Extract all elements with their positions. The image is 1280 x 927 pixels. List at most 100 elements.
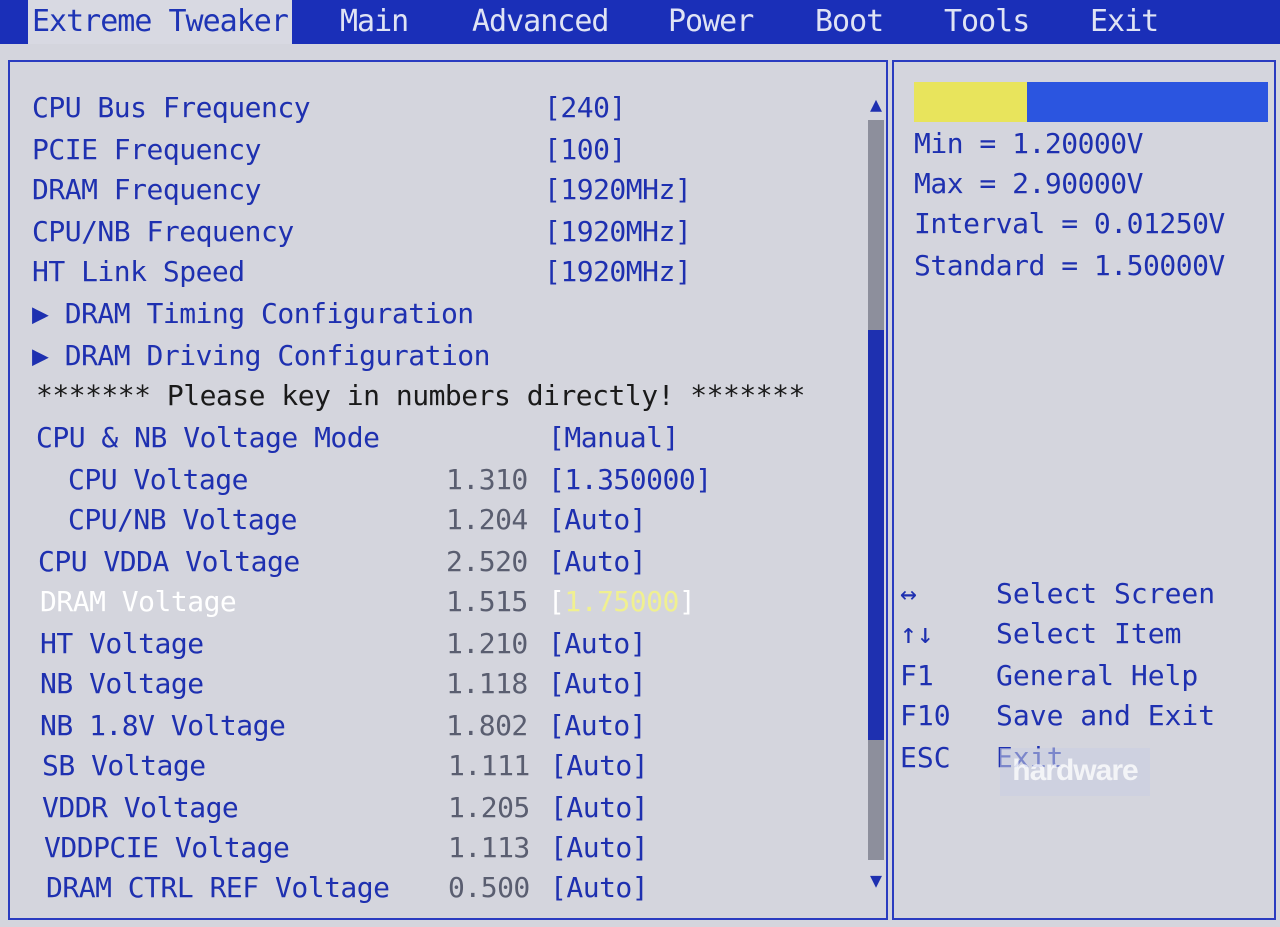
submenu-entry: ▶ DRAM Driving Configuration <box>32 336 491 376</box>
banner-text: ******* Please key in numbers directly! … <box>36 379 805 412</box>
setting-row[interactable]: CPU Bus Frequency [240] <box>32 88 852 128</box>
submenu-dram-timing[interactable]: ▶ DRAM Timing Configuration <box>32 294 852 334</box>
tab-exit[interactable]: Exit <box>1090 0 1159 44</box>
setting-label: NB Voltage <box>40 667 204 700</box>
tab-tools[interactable]: Tools <box>944 0 1030 44</box>
setting-row[interactable]: CPU/NB Voltage 1.204 [Auto] <box>36 500 856 540</box>
voltage-reading: 1.515 <box>446 585 528 618</box>
setting-row-selected[interactable]: DRAM Voltage 1.515 [1.75000] <box>40 582 860 622</box>
setting-value[interactable]: [Auto] <box>548 624 647 664</box>
setting-label: CPU VDDA Voltage <box>38 545 300 578</box>
setting-value[interactable]: [100] <box>544 130 626 170</box>
key-desc: Save and Exit <box>996 699 1216 732</box>
scroll-up-icon[interactable]: ▲ <box>862 92 890 116</box>
setting-row[interactable]: DRAM CTRL REF Voltage 0.500 [Auto] <box>46 868 866 908</box>
setting-label: HT Voltage <box>40 627 204 660</box>
setting-label: DRAM Frequency <box>32 173 262 206</box>
setting-label: CPU Voltage <box>68 463 248 496</box>
setting-label: VDDPCIE Voltage <box>44 831 290 864</box>
tab-extreme-tweaker[interactable]: Extreme Tweaker <box>28 0 292 44</box>
key-esc: ESC <box>900 741 951 774</box>
voltage-reading: 1.210 <box>446 627 528 660</box>
setting-label: NB 1.8V Voltage <box>40 709 286 742</box>
key-desc: Select Item <box>996 617 1182 650</box>
scrollbar-thumb[interactable] <box>868 330 884 740</box>
submenu-dram-driving[interactable]: ▶ DRAM Driving Configuration <box>32 336 852 376</box>
setting-row[interactable]: SB Voltage 1.111 [Auto] <box>42 746 862 786</box>
setting-value[interactable]: [Auto] <box>548 542 647 582</box>
setting-label: PCIE Frequency <box>32 133 262 166</box>
setting-value-editing[interactable]: [1.75000] <box>548 582 696 622</box>
voltage-reading: 2.520 <box>446 545 528 578</box>
setting-label: CPU Bus Frequency <box>32 91 311 124</box>
help-standard: Standard = 1.50000V <box>914 249 1225 282</box>
tab-boot[interactable]: Boot <box>815 0 884 44</box>
key-f10: F10 <box>900 699 951 732</box>
key-f1: F1 <box>900 659 934 692</box>
key-desc: Select Screen <box>996 577 1216 610</box>
voltage-reading: 1.310 <box>446 463 528 496</box>
left-right-arrow-icon: ↔ <box>900 577 917 610</box>
setting-value[interactable]: [1920MHz] <box>544 252 692 292</box>
setting-row[interactable]: NB 1.8V Voltage 1.802 [Auto] <box>40 706 860 746</box>
setting-value[interactable]: [Auto] <box>550 788 649 828</box>
voltage-reading: 0.500 <box>448 871 530 904</box>
setting-value[interactable]: [Auto] <box>550 828 649 868</box>
setting-row[interactable]: CPU & NB Voltage Mode [Manual] <box>36 418 856 458</box>
setting-value[interactable]: [Auto] <box>548 706 647 746</box>
submenu-label: DRAM Driving Configuration <box>64 339 491 372</box>
voltage-level-bar <box>914 82 1268 122</box>
help-min: Min = 1.20000V <box>914 127 1144 160</box>
voltage-level-fill <box>914 82 1028 122</box>
setting-label: VDDR Voltage <box>42 791 239 824</box>
voltage-reading: 1.118 <box>446 667 528 700</box>
tab-advanced[interactable]: Advanced <box>472 0 609 44</box>
setting-value[interactable]: [1920MHz] <box>544 170 692 210</box>
voltage-reading: 1.205 <box>448 791 530 824</box>
setting-label: HT Link Speed <box>32 255 245 288</box>
setting-value[interactable]: [Auto] <box>548 664 647 704</box>
submenu-arrow-icon: ▶ <box>32 339 49 372</box>
setting-label: CPU & NB Voltage Mode <box>36 421 380 454</box>
setting-value[interactable]: [Manual] <box>548 418 679 458</box>
tab-power[interactable]: Power <box>668 0 754 44</box>
instruction-banner: ******* Please key in numbers directly! … <box>36 376 856 416</box>
watermark-logo: hardware <box>1000 748 1150 796</box>
scroll-down-icon[interactable]: ▼ <box>862 868 890 892</box>
setting-row[interactable]: DRAM Frequency [1920MHz] <box>32 170 852 210</box>
setting-value[interactable]: [240] <box>544 88 626 128</box>
key-desc: General Help <box>996 659 1199 692</box>
submenu-arrow-icon: ▶ <box>32 297 49 330</box>
setting-row[interactable]: PCIE Frequency [100] <box>32 130 852 170</box>
setting-row[interactable]: CPU VDDA Voltage 2.520 [Auto] <box>38 542 858 582</box>
setting-row[interactable]: NB Voltage 1.118 [Auto] <box>40 664 860 704</box>
setting-label: DRAM Voltage <box>40 585 237 618</box>
voltage-reading: 1.204 <box>446 503 528 536</box>
editing-number[interactable]: 1.75000 <box>564 585 679 618</box>
up-down-arrow-icon: ↑↓ <box>900 617 934 650</box>
setting-label: SB Voltage <box>42 749 206 782</box>
setting-value[interactable]: [1.350000] <box>548 460 712 500</box>
help-max: Max = 2.90000V <box>914 167 1144 200</box>
help-interval: Interval = 0.01250V <box>914 207 1225 240</box>
setting-value[interactable]: [Auto] <box>550 746 649 786</box>
setting-label: CPU/NB Frequency <box>32 215 294 248</box>
setting-label: DRAM CTRL REF Voltage <box>46 871 390 904</box>
tab-main[interactable]: Main <box>340 0 409 44</box>
voltage-reading: 1.113 <box>448 831 530 864</box>
setting-row[interactable]: VDDPCIE Voltage 1.113 [Auto] <box>44 828 864 868</box>
setting-row[interactable]: CPU/NB Frequency [1920MHz] <box>32 212 852 252</box>
setting-value[interactable]: [Auto] <box>548 500 647 540</box>
setting-value[interactable]: [Auto] <box>550 868 649 908</box>
voltage-reading: 1.111 <box>448 749 530 782</box>
voltage-reading: 1.802 <box>446 709 528 742</box>
setting-row[interactable]: HT Link Speed [1920MHz] <box>32 252 852 292</box>
submenu-entry: ▶ DRAM Timing Configuration <box>32 294 474 334</box>
setting-row[interactable]: HT Voltage 1.210 [Auto] <box>40 624 860 664</box>
submenu-label: DRAM Timing Configuration <box>64 297 474 330</box>
menu-bar: Extreme Tweaker Main Advanced Power Boot… <box>0 0 1280 44</box>
setting-label: CPU/NB Voltage <box>68 503 298 536</box>
setting-row[interactable]: VDDR Voltage 1.205 [Auto] <box>42 788 862 828</box>
setting-value[interactable]: [1920MHz] <box>544 212 692 252</box>
setting-row[interactable]: CPU Voltage 1.310 [1.350000] <box>36 460 856 500</box>
